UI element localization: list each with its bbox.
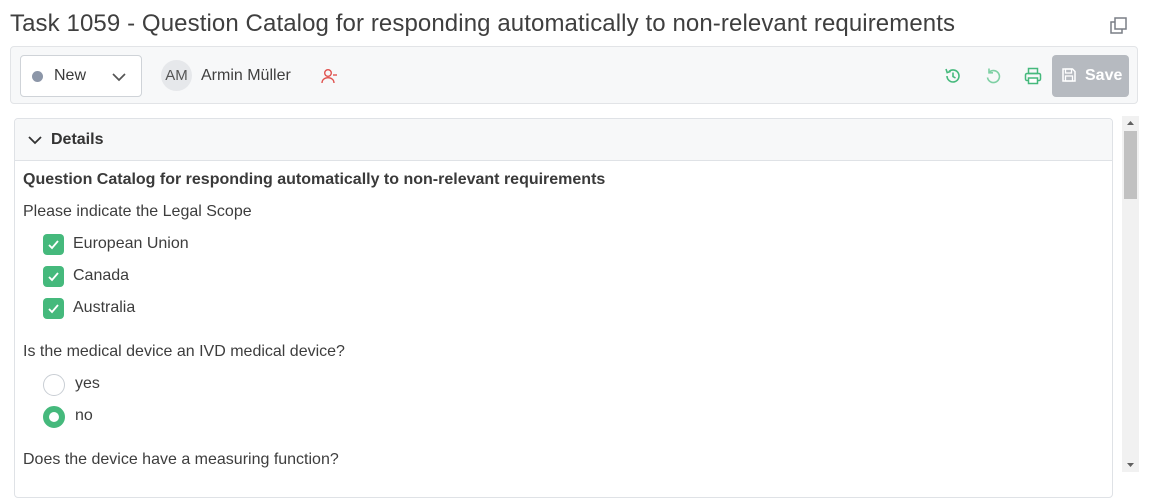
vertical-scrollbar[interactable] [1122, 116, 1139, 472]
assignee-name[interactable]: Armin Müller [201, 67, 291, 85]
option-label: Canada [73, 267, 130, 284]
question-legal-scope: Please indicate the Legal Scope [23, 203, 252, 220]
page-title: Task 1059 - Question Catalog for respond… [10, 10, 956, 37]
chevron-down-icon [112, 73, 126, 82]
radio-selected[interactable] [43, 406, 65, 428]
history-icon[interactable] [943, 66, 963, 86]
status-label: New [54, 67, 87, 84]
question-measuring-function: Does the device have a measuring functio… [23, 451, 339, 468]
chevron-down-icon [28, 136, 42, 145]
question-ivd: Is the medical device an IVD medical dev… [23, 343, 345, 360]
scroll-down-arrow-icon[interactable] [1122, 458, 1139, 472]
details-panel-header[interactable]: Details [15, 119, 1112, 161]
avatar[interactable]: AM [161, 60, 192, 91]
save-icon [1062, 68, 1076, 82]
radio-label: yes [75, 375, 100, 392]
details-panel: Details Question Catalog for responding … [14, 118, 1113, 498]
user-remove-icon[interactable] [320, 67, 338, 85]
status-dot [32, 71, 43, 82]
checkbox-checked[interactable] [43, 266, 64, 287]
print-icon[interactable] [1023, 66, 1043, 86]
details-panel-title: Details [51, 131, 104, 148]
checkbox-checked[interactable] [43, 234, 64, 255]
catalog-title: Question Catalog for responding automati… [23, 171, 606, 188]
option-label: European Union [73, 235, 189, 252]
save-button[interactable]: Save [1052, 55, 1129, 97]
task-toolbar: New AM Armin Müller Save [10, 46, 1138, 104]
save-label: Save [1085, 67, 1123, 84]
scrollbar-thumb[interactable] [1124, 131, 1137, 199]
undo-icon[interactable] [983, 66, 1003, 86]
radio-unselected[interactable] [43, 374, 65, 396]
status-dropdown[interactable]: New [20, 55, 142, 97]
popout-icon[interactable] [1109, 16, 1129, 36]
option-label: Australia [73, 299, 136, 316]
radio-label: no [75, 407, 93, 424]
scroll-up-arrow-icon[interactable] [1122, 116, 1139, 130]
checkbox-checked[interactable] [43, 298, 64, 319]
